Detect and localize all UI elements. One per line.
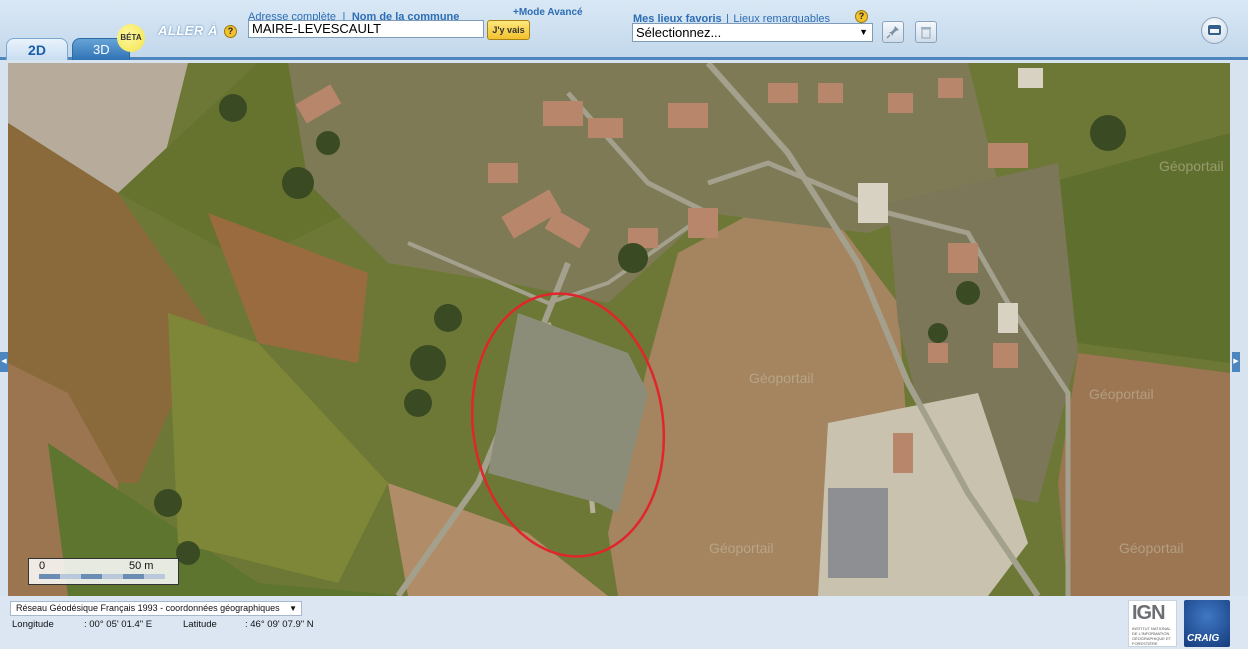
map-watermark: Géoportail — [709, 540, 774, 556]
beta-badge: BÉTA — [117, 24, 145, 52]
longitude-value: : 00° 05' 01.4" E — [84, 619, 153, 630]
chevron-down-icon: ▼ — [289, 604, 297, 613]
right-panel-toggle[interactable]: ▶ — [1232, 352, 1240, 372]
go-button[interactable]: J'y vais — [487, 20, 530, 40]
map-watermark: Géoportail — [1119, 540, 1184, 556]
ign-logo-subtitle: INSTITUT NATIONAL DE L'INFORMATION GÉOGR… — [1132, 626, 1172, 646]
window-icon — [1208, 25, 1221, 35]
ign-logo-text: IGN — [1132, 602, 1166, 624]
favorites-select-value: Sélectionnez... — [636, 25, 722, 40]
pin-icon — [886, 26, 899, 39]
pin-button[interactable] — [882, 21, 904, 43]
goto-label: ALLER À — [158, 23, 218, 38]
trash-icon — [921, 27, 931, 39]
advanced-mode-link[interactable]: +Mode Avancé — [513, 7, 583, 18]
craig-logo-text: CRAIG — [1187, 633, 1220, 644]
map-watermark: Géoportail — [1159, 158, 1224, 174]
scale-end: 50 m — [129, 560, 154, 572]
latitude-value: : 46° 09' 07.9" N — [245, 619, 314, 630]
delete-button[interactable] — [915, 21, 937, 43]
help-icon[interactable]: ? — [855, 10, 868, 23]
map-scale: 0 50 m — [28, 558, 179, 585]
help-icon[interactable]: ? — [224, 25, 237, 38]
longitude-label: Longitude — [12, 619, 54, 630]
tab-2d[interactable]: 2D — [6, 38, 68, 60]
ign-logo[interactable]: IGN INSTITUT NATIONAL DE L'INFORMATION G… — [1128, 600, 1177, 647]
map-watermark: Géoportail — [749, 370, 814, 386]
chevron-down-icon: ▼ — [859, 27, 868, 37]
latitude-label: Latitude — [183, 619, 217, 630]
craig-logo[interactable]: CRAIG — [1184, 600, 1230, 647]
left-panel-toggle[interactable]: ◀ — [0, 352, 8, 372]
top-toolbar: 2D 3D BÉTA ALLER À ? Adresse complète | … — [0, 0, 1248, 60]
aerial-imagery: Géoportail Géoportail Géoportail Géoport… — [8, 63, 1230, 596]
scale-start: 0 — [39, 560, 46, 572]
address-input[interactable]: MAIRE-LEVESCAULT — [248, 20, 484, 38]
aerial-map[interactable]: Géoportail Géoportail Géoportail Géoport… — [8, 63, 1230, 596]
map-watermark: Géoportail — [1089, 386, 1154, 402]
scale-bar — [39, 574, 165, 579]
crs-select[interactable]: Réseau Géodésique Français 1993 - coordo… — [10, 601, 302, 616]
window-button[interactable] — [1201, 17, 1228, 44]
crs-select-value: Réseau Géodésique Français 1993 - coordo… — [16, 603, 280, 613]
favorites-select[interactable]: Sélectionnez... ▼ — [632, 23, 873, 42]
bottom-bar: Réseau Géodésique Français 1993 - coordo… — [0, 596, 1248, 649]
